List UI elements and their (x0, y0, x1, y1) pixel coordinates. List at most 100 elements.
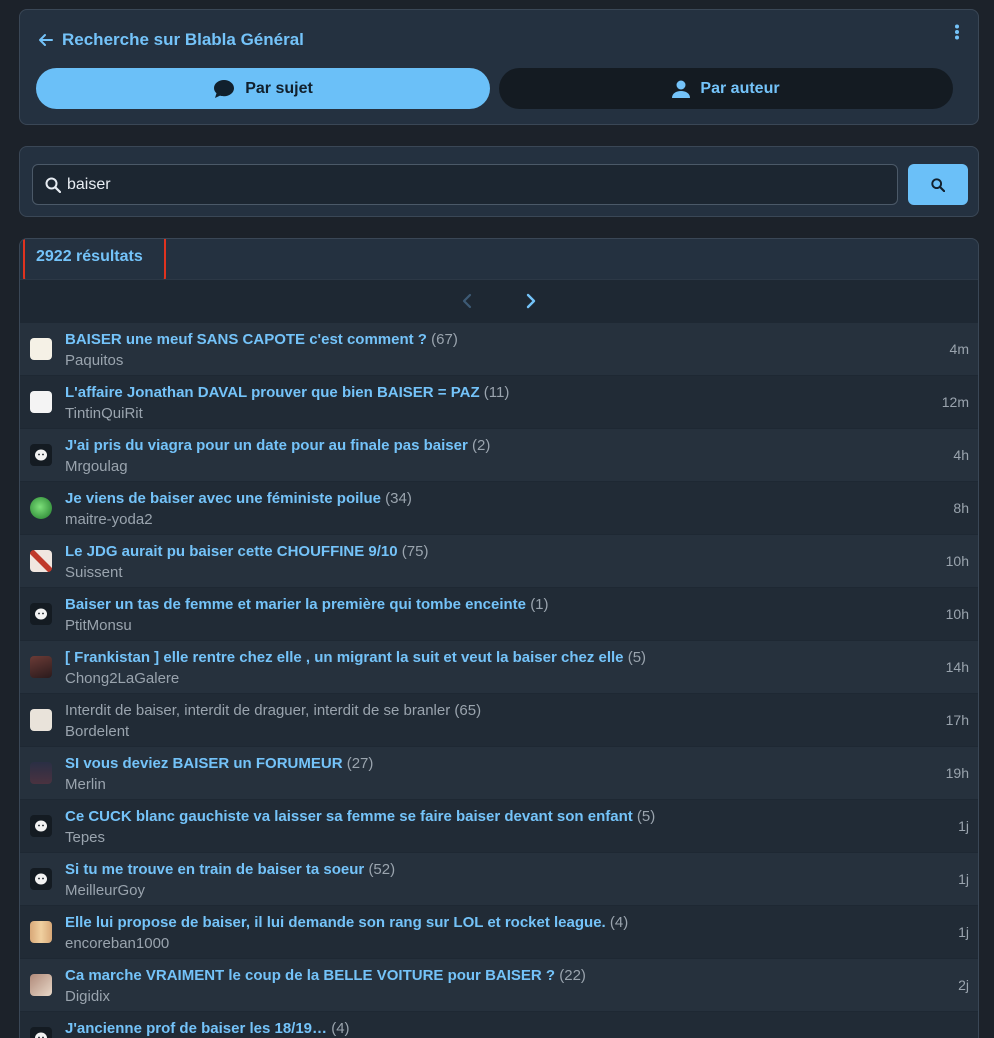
author-name[interactable]: TintinQuiRit (65, 405, 143, 422)
result-row[interactable]: Interdit de baiser, interdit de draguer,… (20, 693, 978, 746)
cross-avatar[interactable] (30, 550, 52, 572)
result-title-line: L'affaire Jonathan DAVAL prouver que bie… (65, 384, 509, 401)
reply-count: (75) (402, 543, 429, 560)
reply-count: (11) (484, 384, 510, 401)
red-emblem-avatar[interactable] (30, 391, 52, 413)
topic-link[interactable]: Je viens de baiser avec une féministe po… (65, 490, 381, 507)
results-card: 2922 résultats BAISER une meuf SANS CAPO… (19, 238, 979, 1038)
result-row[interactable]: Le JDG aurait pu baiser cette CHOUFFINE … (20, 534, 978, 587)
chevron-left-icon[interactable] (460, 293, 474, 309)
default-avatar[interactable] (30, 1027, 52, 1038)
result-title-line: J'ai pris du viagra pour un date pour au… (65, 437, 490, 454)
default-avatar[interactable] (30, 815, 52, 837)
topic-link[interactable]: BAISER une meuf SANS CAPOTE c'est commen… (65, 331, 427, 348)
result-row[interactable]: BAISER une meuf SANS CAPOTE c'est commen… (20, 322, 978, 375)
result-row[interactable]: Elle lui propose de baiser, il lui deman… (20, 905, 978, 958)
reply-count: (27) (347, 755, 374, 772)
tab-by-author[interactable]: Par auteur (499, 68, 953, 109)
comment-icon (213, 79, 235, 99)
topic-link[interactable]: [ Frankistan ] elle rentre chez elle , u… (65, 649, 624, 666)
result-row[interactable]: Ce CUCK blanc gauchiste va laisser sa fe… (20, 799, 978, 852)
tab-by-author-label: Par auteur (700, 80, 779, 98)
dark-avatar[interactable] (30, 762, 52, 784)
photo-avatar[interactable] (30, 974, 52, 996)
result-row[interactable]: J'ancienne prof de baiser les 18/19… (4) (20, 1011, 978, 1038)
reply-count: (1) (530, 596, 548, 613)
result-row[interactable]: [ Frankistan ] elle rentre chez elle , u… (20, 640, 978, 693)
topic-link[interactable]: Le JDG aurait pu baiser cette CHOUFFINE … (65, 543, 398, 560)
time-ago: 4m (950, 341, 969, 357)
page-title: Recherche sur Blabla Général (62, 30, 304, 50)
author-name[interactable]: MeilleurGoy (65, 882, 145, 899)
author-name[interactable]: maitre-yoda2 (65, 511, 153, 528)
time-ago: 1j (958, 818, 969, 834)
legs-avatar[interactable] (30, 921, 52, 943)
tab-by-subject-label: Par sujet (245, 80, 313, 98)
user-icon (672, 80, 690, 98)
author-name[interactable]: Tepes (65, 829, 105, 846)
result-row[interactable]: Si tu me trouve en train de baiser ta so… (20, 852, 978, 905)
result-title-line: J'ancienne prof de baiser les 18/19… (4) (65, 1020, 350, 1037)
author-name[interactable]: Mrgoulag (65, 458, 128, 475)
back-link[interactable]: Recherche sur Blabla Général (38, 20, 304, 60)
time-ago: 1j (958, 871, 969, 887)
result-title-line: Interdit de baiser, interdit de draguer,… (65, 702, 481, 719)
search-input[interactable] (67, 176, 847, 194)
reply-count: (52) (368, 861, 395, 878)
topic-link[interactable]: J'ancienne prof de baiser les 18/19… (65, 1020, 327, 1037)
default-avatar[interactable] (30, 868, 52, 890)
result-title-line: Si tu me trouve en train de baiser ta so… (65, 861, 395, 878)
author-name[interactable]: Bordelent (65, 723, 129, 740)
author-name[interactable]: Paquitos (65, 352, 123, 369)
result-row[interactable]: SI vous deviez BAISER un FORUMEUR (27) Me… (20, 746, 978, 799)
topic-link[interactable]: L'affaire Jonathan DAVAL prouver que bie… (65, 384, 480, 401)
reply-count: (65) (454, 702, 481, 719)
green-avatar[interactable] (30, 497, 52, 519)
result-title-line: Ca marche VRAIMENT le coup de la BELLE V… (65, 967, 586, 984)
time-ago: 8h (953, 500, 969, 516)
topic-link[interactable]: Baiser un tas de femme et marier la prem… (65, 596, 526, 613)
default-avatar[interactable] (30, 444, 52, 466)
reply-count: (5) (628, 649, 646, 666)
result-row[interactable]: Baiser un tas de femme et marier la prem… (20, 587, 978, 640)
more-vertical-icon[interactable] (954, 24, 960, 40)
result-title-line: Le JDG aurait pu baiser cette CHOUFFINE … (65, 543, 428, 560)
search-field[interactable] (32, 164, 898, 205)
topic-link[interactable]: Elle lui propose de baiser, il lui deman… (65, 914, 606, 931)
cat-avatar[interactable] (30, 709, 52, 731)
portrait-avatar[interactable] (30, 656, 52, 678)
time-ago: 1j (958, 924, 969, 940)
author-name[interactable]: Suissent (65, 564, 123, 581)
reply-count: (67) (431, 331, 458, 348)
chevron-right-icon[interactable] (524, 293, 538, 309)
topic-link[interactable]: Interdit de baiser, interdit de draguer,… (65, 702, 450, 719)
result-title-line: BAISER une meuf SANS CAPOTE c'est commen… (65, 331, 458, 348)
time-ago: 4h (953, 447, 969, 463)
mask-avatar[interactable] (30, 338, 52, 360)
topic-link[interactable]: Si tu me trouve en train de baiser ta so… (65, 861, 364, 878)
topic-link[interactable]: Ce CUCK blanc gauchiste va laisser sa fe… (65, 808, 633, 825)
time-ago: 19h (946, 765, 969, 781)
reply-count: (4) (331, 1020, 349, 1037)
result-row[interactable]: L'affaire Jonathan DAVAL prouver que bie… (20, 375, 978, 428)
arrow-left-icon[interactable] (38, 32, 54, 48)
author-name[interactable]: Chong2LaGalere (65, 670, 179, 687)
time-ago: 14h (946, 659, 969, 675)
topic-link[interactable]: Ca marche VRAIMENT le coup de la BELLE V… (65, 967, 555, 984)
author-name[interactable]: PtitMonsu (65, 617, 132, 634)
time-ago: 17h (946, 712, 969, 728)
author-name[interactable]: Digidix (65, 988, 110, 1005)
author-name[interactable]: Merlin (65, 776, 106, 793)
tab-by-subject[interactable]: Par sujet (36, 68, 490, 109)
reply-count: (4) (610, 914, 628, 931)
topic-link[interactable]: SI vous deviez BAISER un FORUMEUR (65, 755, 343, 772)
result-row[interactable]: Ca marche VRAIMENT le coup de la BELLE V… (20, 958, 978, 1011)
reply-count: (22) (559, 967, 586, 984)
author-name[interactable]: encoreban1000 (65, 935, 169, 952)
result-row[interactable]: J'ai pris du viagra pour un date pour au… (20, 428, 978, 481)
search-button[interactable] (908, 164, 968, 205)
result-row[interactable]: Je viens de baiser avec une féministe po… (20, 481, 978, 534)
search-icon (931, 178, 945, 192)
default-avatar[interactable] (30, 603, 52, 625)
topic-link[interactable]: J'ai pris du viagra pour un date pour au… (65, 437, 468, 454)
